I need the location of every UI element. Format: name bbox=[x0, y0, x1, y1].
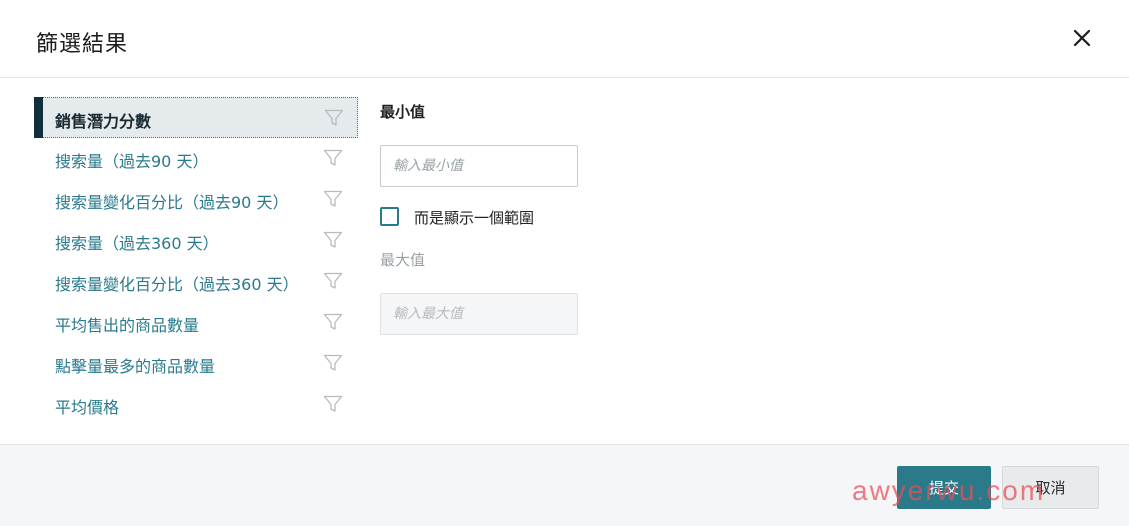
min-value-input[interactable] bbox=[380, 145, 578, 187]
filter-item-label: 平均價格 bbox=[55, 398, 120, 417]
funnel-icon bbox=[323, 353, 343, 373]
filter-item-label: 搜索量變化百分比（過去360 天） bbox=[55, 275, 299, 294]
funnel-icon bbox=[323, 148, 343, 168]
filter-item-most-clicked-units[interactable]: 點擊量最多的商品數量 bbox=[34, 343, 358, 384]
cancel-button[interactable]: 取消 bbox=[1002, 466, 1099, 509]
filter-list: 銷售潛力分數 搜索量（過去90 天） 搜索量變化百分比（過去90 天） 搜索量（… bbox=[34, 97, 358, 425]
funnel-icon bbox=[323, 189, 343, 209]
funnel-icon bbox=[323, 230, 343, 250]
filter-item-label: 銷售潛力分數 bbox=[55, 112, 152, 131]
close-icon[interactable] bbox=[1068, 24, 1096, 52]
filter-item-sales-potential[interactable]: 銷售潛力分數 bbox=[34, 97, 358, 138]
range-checkbox-label: 而是顯示一個範圍 bbox=[414, 209, 535, 227]
max-value-label: 最大值 bbox=[380, 251, 426, 269]
range-checkbox[interactable] bbox=[380, 207, 399, 226]
filter-item-label: 點擊量最多的商品數量 bbox=[55, 357, 216, 376]
funnel-icon bbox=[323, 312, 343, 332]
funnel-icon bbox=[324, 108, 344, 128]
filter-item-label: 搜索量（過去360 天） bbox=[55, 234, 219, 253]
max-value-input bbox=[380, 293, 578, 335]
filter-item-avg-price[interactable]: 平均價格 bbox=[34, 384, 358, 425]
filter-item-search-volume-change-90[interactable]: 搜索量變化百分比（過去90 天） bbox=[34, 179, 358, 220]
filter-item-label: 搜索量變化百分比（過去90 天） bbox=[55, 193, 289, 212]
dialog-footer: 提交 取消 awyerwu.com bbox=[0, 444, 1129, 526]
filter-item-search-volume-90[interactable]: 搜索量（過去90 天） bbox=[34, 138, 358, 179]
filter-item-label: 搜索量（過去90 天） bbox=[55, 152, 209, 171]
filter-item-search-volume-change-360[interactable]: 搜索量變化百分比（過去360 天） bbox=[34, 261, 358, 302]
dialog-header: 篩選結果 bbox=[0, 0, 1129, 78]
dialog-title: 篩選結果 bbox=[36, 32, 129, 57]
filter-item-avg-units-sold[interactable]: 平均售出的商品數量 bbox=[34, 302, 358, 343]
filter-item-search-volume-360[interactable]: 搜索量（過去360 天） bbox=[34, 220, 358, 261]
min-value-label: 最小值 bbox=[380, 103, 426, 121]
funnel-icon bbox=[323, 271, 343, 291]
submit-button[interactable]: 提交 bbox=[897, 466, 991, 509]
filter-item-label: 平均售出的商品數量 bbox=[55, 316, 200, 335]
funnel-icon bbox=[323, 394, 343, 414]
